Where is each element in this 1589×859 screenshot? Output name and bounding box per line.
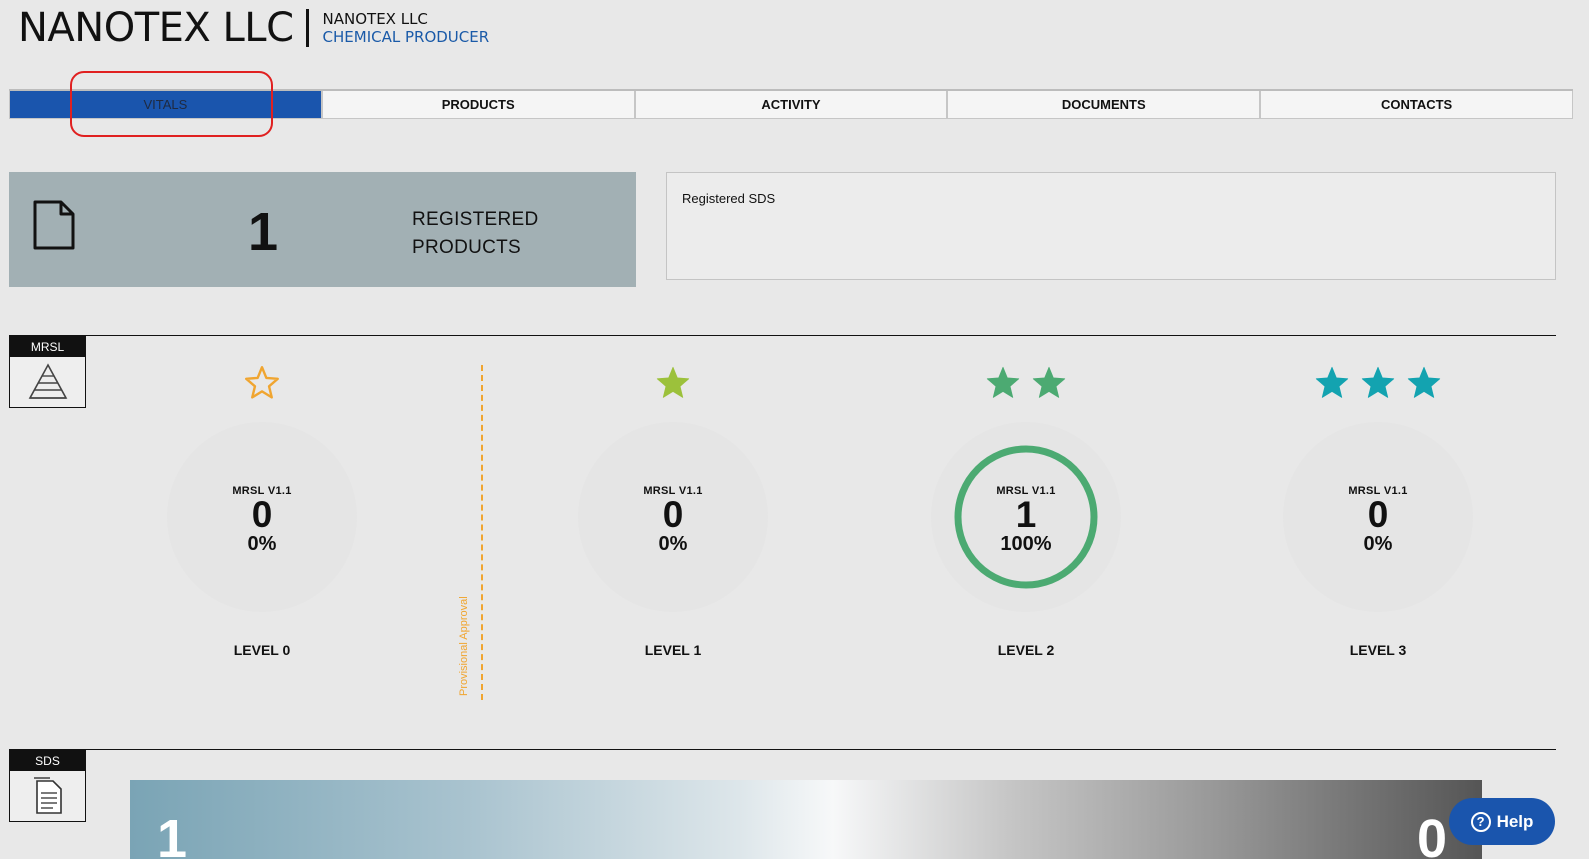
level-count: 0 <box>1367 493 1389 535</box>
question-icon: ? <box>1470 811 1491 832</box>
brand-separator <box>305 9 309 47</box>
level-percent: 0% <box>1363 532 1393 555</box>
page-header: NANOTEX LLC NANOTEX LLC CHEMICAL PRODUCE… <box>18 8 489 48</box>
section-divider <box>9 749 1556 750</box>
star-icon <box>1361 366 1395 398</box>
level-label: LEVEL 0 <box>233 642 291 658</box>
tab-vitals[interactable]: VITALS <box>9 91 322 119</box>
star-icon <box>1032 366 1066 398</box>
level-progress-ring: MRSL V1.1 0 0% <box>1278 420 1478 620</box>
level-stars <box>916 365 1136 401</box>
star-icon <box>1407 366 1441 398</box>
level-count: 0 <box>662 493 684 535</box>
help-label: Help <box>1496 811 1534 831</box>
star-icon <box>656 366 690 398</box>
star-icon <box>245 366 279 399</box>
level-progress-ring: MRSL V1.1 0 0% <box>162 420 362 620</box>
help-button[interactable]: ? Help <box>1449 798 1555 845</box>
mrsl-badge-label: MRSL <box>10 337 85 357</box>
tab-activity[interactable]: ACTIVITY <box>634 91 948 119</box>
level-percent: 0% <box>658 532 688 555</box>
registered-sds-panel: Registered SDS <box>666 172 1556 280</box>
sds-gradient-bar: 1 0 <box>130 780 1482 859</box>
level-count: 0 <box>251 493 273 535</box>
pyramid-icon <box>28 363 67 399</box>
sds-badge: SDS <box>9 750 86 822</box>
level-count: 1 <box>1015 493 1037 535</box>
level-label: LEVEL 2 <box>997 642 1055 658</box>
sds-badge-label: SDS <box>10 751 85 771</box>
star-icon <box>1315 366 1349 398</box>
level-stars <box>1268 365 1488 401</box>
level-progress-ring: MRSL V1.1 0 0% <box>573 420 773 620</box>
registered-products-label: REGISTERED PRODUCTS <box>412 209 539 258</box>
mrsl-badge: MRSL <box>9 336 86 408</box>
brand-subtitle: NANOTEX LLC CHEMICAL PRODUCER <box>323 10 490 46</box>
registered-products-card <box>9 172 636 287</box>
tab-bar: VITALS PRODUCTS ACTIVITY DOCUMENTS CONTA… <box>9 89 1573 119</box>
level-stars <box>563 365 783 401</box>
provisional-approval-label: Provisional Approval <box>458 596 470 696</box>
level-label: LEVEL 1 <box>644 642 702 658</box>
level-percent: 100% <box>1000 532 1052 555</box>
tab-products[interactable]: PRODUCTS <box>321 91 635 119</box>
sds-right-value: 0 <box>1417 809 1448 859</box>
level-stars <box>152 365 372 401</box>
company-role: CHEMICAL PRODUCER <box>322 28 490 46</box>
level-percent: 0% <box>247 532 277 555</box>
sds-left-value: 1 <box>157 809 188 859</box>
tab-contacts[interactable]: CONTACTS <box>1260 91 1573 119</box>
level-label: LEVEL 3 <box>1349 642 1407 658</box>
documents-icon <box>33 777 62 814</box>
star-icon <box>986 366 1020 398</box>
registered-sds-title: Registered SDS <box>682 191 776 206</box>
document-icon <box>33 200 75 250</box>
section-divider <box>9 335 1556 336</box>
provisional-approval-line <box>481 365 483 700</box>
tab-documents[interactable]: DOCUMENTS <box>947 91 1261 119</box>
brand-title: NANOTEX LLC <box>18 5 294 51</box>
level-progress-ring: MRSL V1.1 1 100% <box>926 420 1126 620</box>
registered-products-count: 1 <box>248 202 279 262</box>
company-name: NANOTEX LLC <box>322 10 428 28</box>
